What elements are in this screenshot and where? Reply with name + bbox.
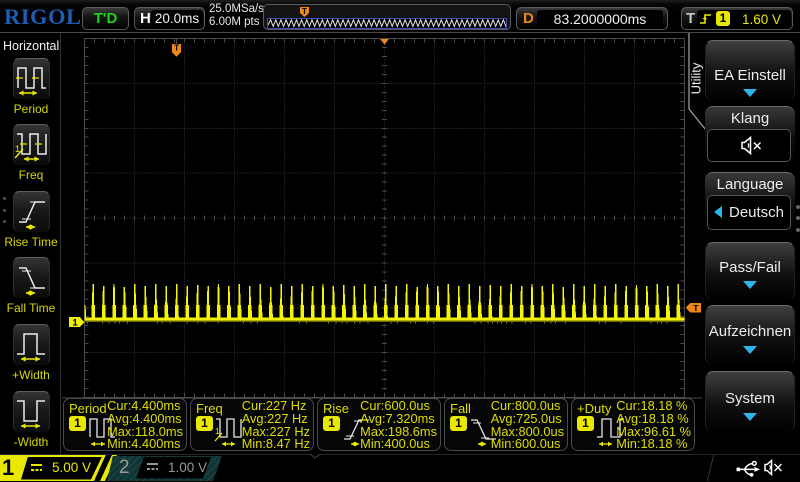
svg-text:T: T xyxy=(302,7,307,16)
svg-text:1: 1 xyxy=(215,426,220,436)
svg-text:T: T xyxy=(174,43,180,53)
svg-text:1: 1 xyxy=(72,317,78,328)
